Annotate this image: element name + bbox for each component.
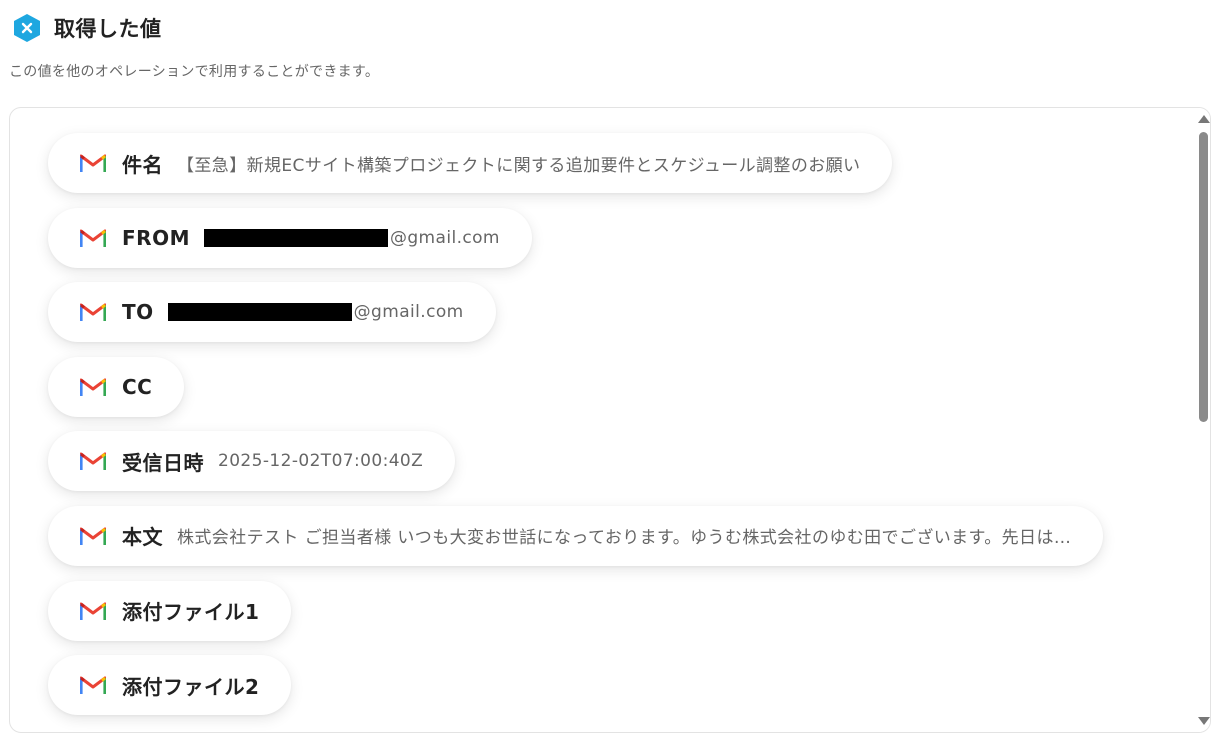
field-label: 添付ファイル2 <box>122 674 260 699</box>
field-received-at[interactable]: 受信日時 2025-12-02T07:00:40Z <box>48 431 456 492</box>
field-attachment-2[interactable]: 添付ファイル2 <box>48 655 292 716</box>
field-label: CC <box>122 374 153 399</box>
field-list: 件名 【至急】新規ECサイト構築プロジェクトに関する追加要件とスケジュール調整の… <box>48 133 1104 730</box>
field-value: 2025-12-02T07:00:40Z <box>218 451 424 472</box>
gmail-icon <box>80 229 106 247</box>
field-value: @gmail.com <box>203 227 500 248</box>
scrollbar[interactable] <box>1196 108 1210 732</box>
gmail-icon <box>80 527 106 545</box>
field-attachment-1[interactable]: 添付ファイル1 <box>48 580 292 641</box>
field-cc[interactable]: CC <box>48 356 185 417</box>
page-subtitle: この値を他のオペレーションで利用することができます。 <box>9 64 380 80</box>
field-value: 【至急】新規ECサイト構築プロジェクトに関する追加要件とスケジュール調整のお願い <box>177 155 861 176</box>
field-value: 株式会社テスト ご担当者様 いつも大変お世話になっております。ゆうむ株式会社のゆ… <box>177 528 1072 549</box>
field-value: @gmail.com <box>167 302 464 323</box>
email-domain: @gmail.com <box>389 227 500 248</box>
yoom-logo-icon <box>14 14 40 42</box>
redaction-bar <box>167 303 352 322</box>
field-subject[interactable]: 件名 【至急】新規ECサイト構築プロジェクトに関する追加要件とスケジュール調整の… <box>48 133 893 193</box>
field-label: 受信日時 <box>122 450 204 475</box>
page-title: 取得した値 <box>54 17 162 41</box>
field-label: 件名 <box>122 152 163 177</box>
field-label: TO <box>122 300 154 325</box>
values-panel: 件名 【至急】新規ECサイト構築プロジェクトに関する追加要件とスケジュール調整の… <box>9 107 1211 733</box>
scroll-up-arrow-icon[interactable] <box>1198 115 1210 123</box>
header: 取得した値 <box>12 12 162 44</box>
field-label: FROM <box>122 225 190 250</box>
field-label: 添付ファイル1 <box>122 600 260 625</box>
email-domain: @gmail.com <box>353 302 464 323</box>
gmail-icon <box>80 378 106 396</box>
gmail-icon <box>80 452 106 471</box>
field-to[interactable]: TO @gmail.com <box>48 282 496 343</box>
scroll-down-arrow-icon[interactable] <box>1198 717 1210 725</box>
gmail-icon <box>80 602 106 620</box>
gmail-icon <box>80 154 106 172</box>
redaction-bar <box>203 228 388 247</box>
field-label: 本文 <box>122 525 163 550</box>
field-from[interactable]: FROM @gmail.com <box>48 207 532 268</box>
field-body[interactable]: 本文 株式会社テスト ご担当者様 いつも大変お世話になっております。ゆうむ株式会… <box>48 505 1104 566</box>
scrollbar-thumb[interactable] <box>1199 132 1208 422</box>
gmail-icon <box>80 303 106 322</box>
gmail-icon <box>80 676 106 695</box>
